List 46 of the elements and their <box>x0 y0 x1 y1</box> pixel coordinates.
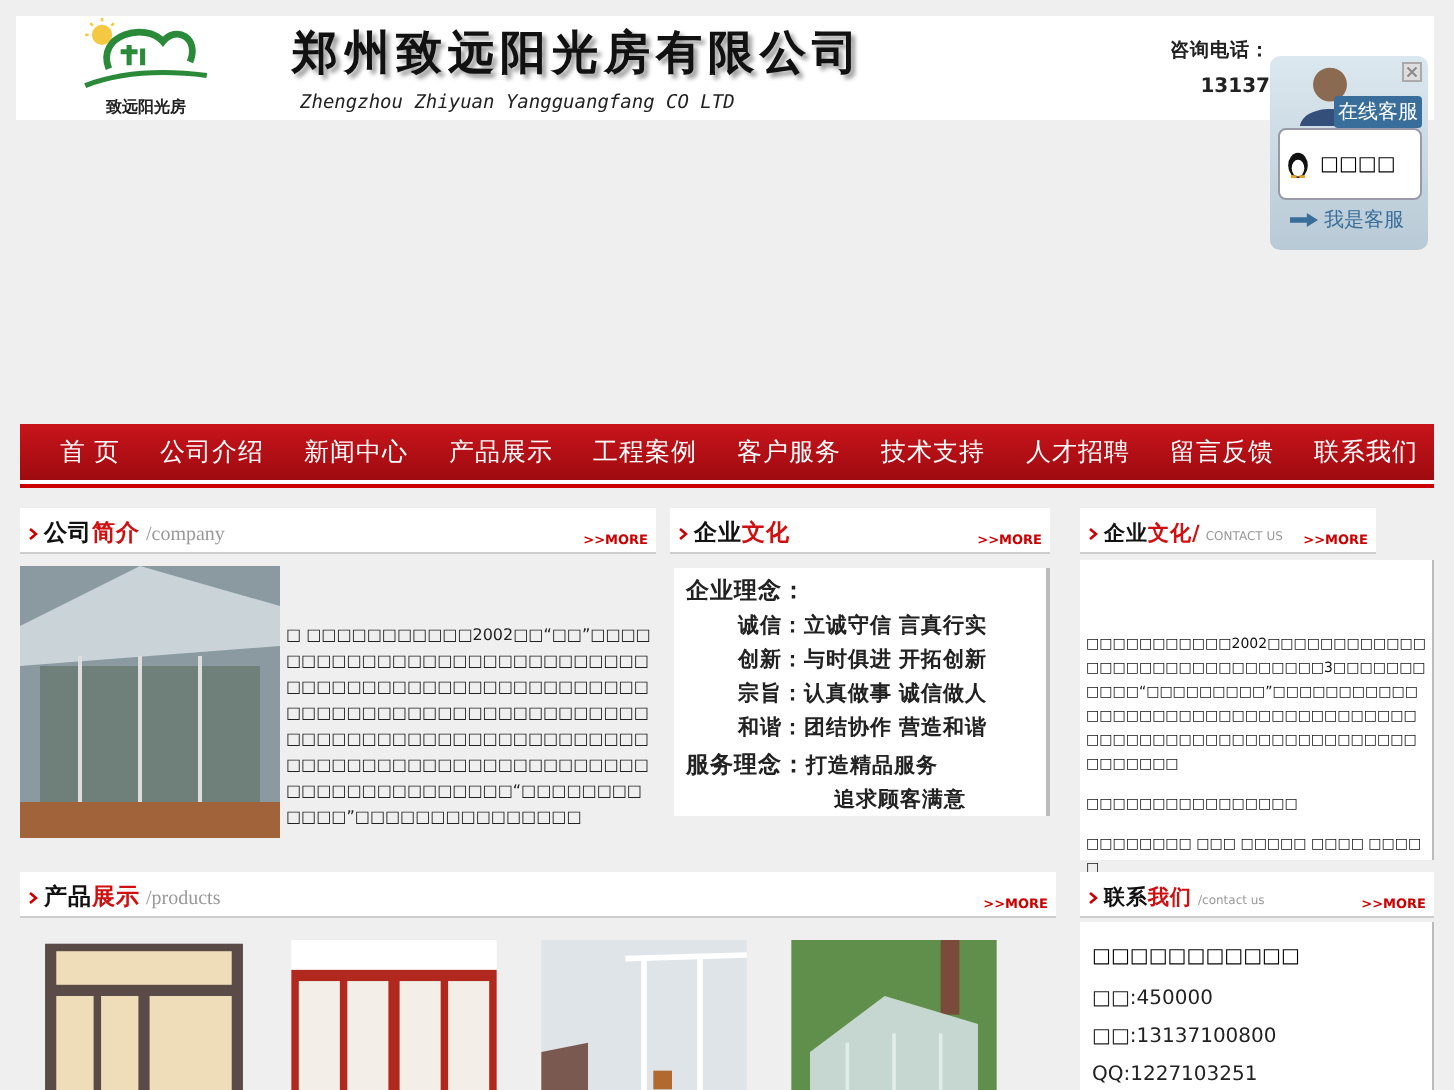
nav-link[interactable]: 联系我们 <box>1313 424 1418 480</box>
nav-link[interactable]: 客户服务 <box>737 424 842 480</box>
company-intro-text: □ □□□□□□□□□□□2002□□“□□”□□□□□□□□□□□□□□□□□□□□□□□□□□□□□□□□□□□□□□□□□□□□□□□□□□□□□□□□□□□□□□□□□□□□□□□□□□□□□□□□□□□□□□□□□□□□□□□□□□□□□□□□□□□□□□□□□□□□□□□□□□□□□□□□□□□□□□□□□□□“□□□□□□□□□□□□”□□□□□□□□□□□□□□□ <box>286 624 653 830</box>
company-name: 郑州致远阳光房有限公司 <box>292 24 866 84</box>
culture-value: 诚信：立诚守信 言真行实 <box>738 612 990 640</box>
nav-link[interactable]: 公司介绍 <box>160 424 265 480</box>
section-title: 企业文化 <box>694 518 790 548</box>
section-subtitle: /company <box>146 524 225 546</box>
nav-link[interactable]: 首 页 <box>60 424 120 480</box>
nav-link[interactable]: 人才招聘 <box>1025 424 1130 480</box>
qq-contact-link[interactable]: □□□□ <box>1320 153 1396 175</box>
service-value: 追求顾客满意 <box>834 786 966 814</box>
company-name-text: □□□□□□□□□□□ <box>1092 946 1302 968</box>
service-value: 打造精品服务 <box>806 752 940 780</box>
nav-link[interactable]: 新闻中心 <box>304 424 409 480</box>
contact-detail: QQ:1227103251 <box>1092 1064 1260 1086</box>
close-icon <box>1406 66 1418 78</box>
close-button[interactable] <box>1402 62 1422 82</box>
contact-detail: □□:13137100800 <box>1092 1026 1279 1048</box>
contact-detail: □□:450000 <box>1092 988 1215 1010</box>
service-heading: 服务理念： <box>686 750 806 782</box>
nav-link[interactable]: 技术支持 <box>881 424 986 480</box>
nav-link[interactable]: 留言反馈 <box>1169 424 1274 480</box>
section-title: 公司简介 <box>44 518 140 548</box>
chevron-icon <box>1088 892 1098 904</box>
culture-value: 创新：与时俱进 开拓创新 <box>738 646 990 674</box>
nav-link[interactable]: 产品展示 <box>448 424 553 480</box>
section-title: 产品展示 <box>44 882 140 912</box>
nav-link[interactable]: 工程案例 <box>592 424 697 480</box>
logo-text: 致远阳光房 <box>106 96 186 118</box>
company-name-english: Zhengzhou Zhiyuan Yangguangfang CO LTD <box>300 92 737 114</box>
chevron-icon <box>1088 528 1098 540</box>
chevron-icon <box>678 527 688 539</box>
phone-number: 13137 <box>1200 76 1270 98</box>
phone-label: 咨询电话： <box>1170 38 1270 64</box>
section-title: 联系我们 <box>1104 884 1192 912</box>
chevron-icon <box>28 527 38 539</box>
culture-value: 宗旨：认真做事 诚信做人 <box>738 680 990 708</box>
penguin-icon <box>1284 148 1312 180</box>
online-service-badge: 在线客服 <box>1334 96 1422 128</box>
section-subtitle: /products <box>146 888 221 910</box>
arrow-icon <box>1290 212 1318 228</box>
culture-value: 和谐：团结协作 营造和谐 <box>738 714 990 742</box>
chevron-icon <box>28 891 38 903</box>
culture-heading: 企业理念： <box>686 576 808 606</box>
section-title: 企业文化/ <box>1104 520 1200 548</box>
